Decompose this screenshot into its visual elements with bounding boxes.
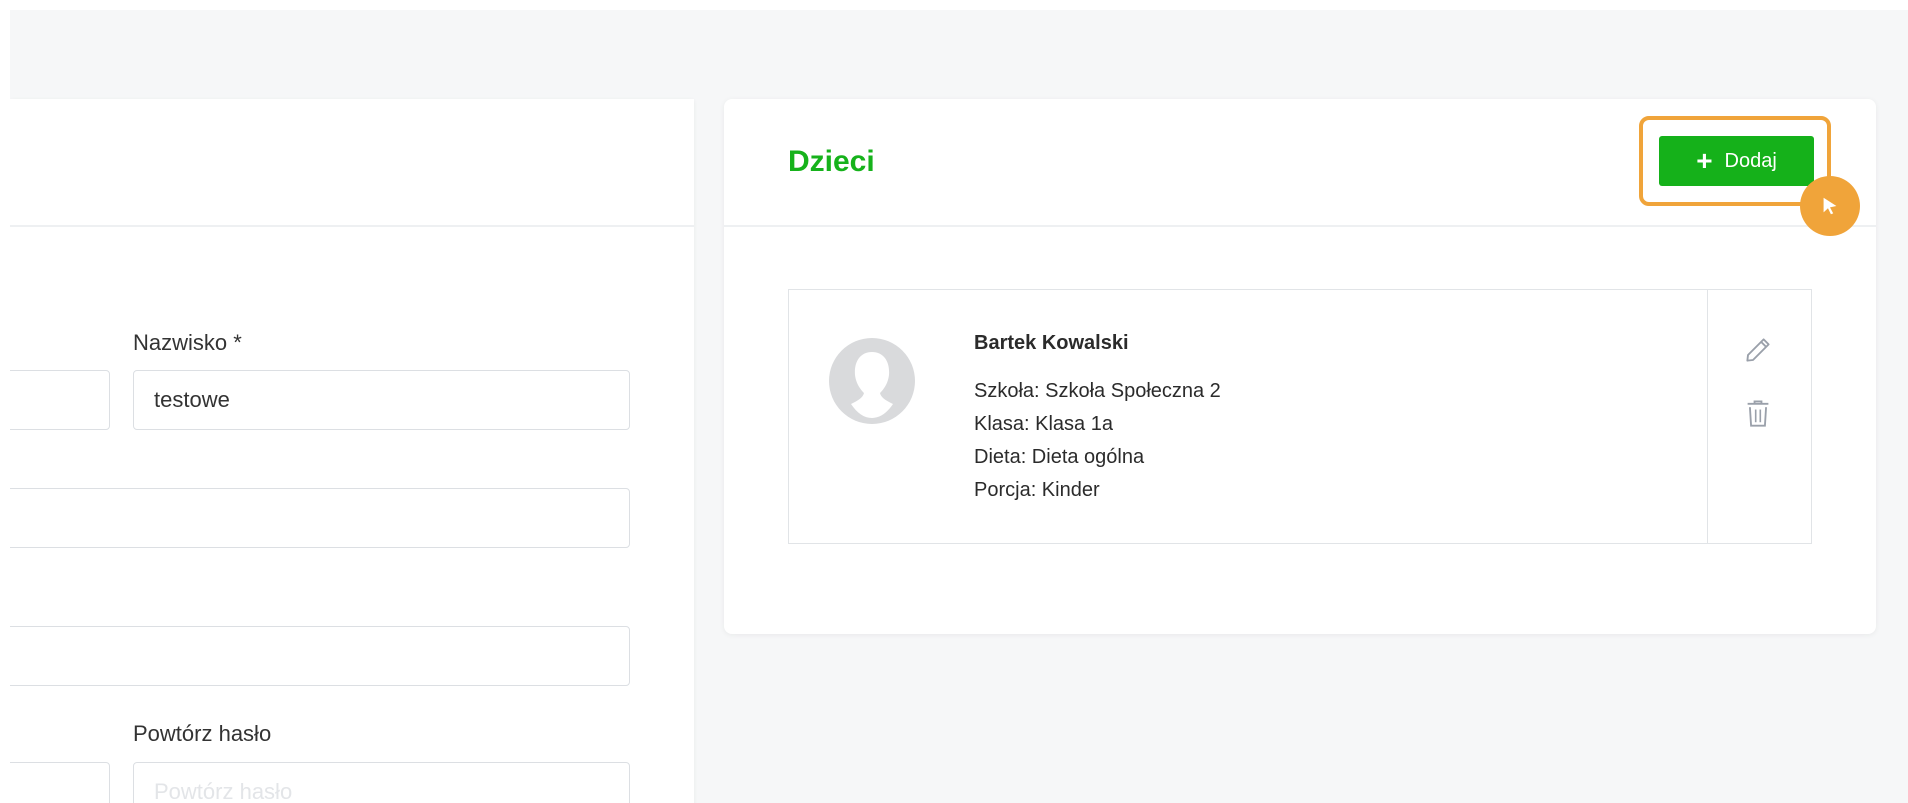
- child-portion: Porcja: Kinder: [974, 479, 1100, 501]
- password-input[interactable]: [10, 762, 110, 803]
- last-name-input[interactable]: [133, 370, 630, 430]
- repeat-password-input[interactable]: [133, 762, 630, 803]
- profile-form-card: Nazwisko * Powtórz hasło: [10, 99, 694, 803]
- user-silhouette-icon: [829, 338, 915, 424]
- first-name-input[interactable]: [10, 370, 110, 430]
- child-class: Klasa: Klasa 1a: [974, 413, 1113, 435]
- child-actions: [1707, 290, 1811, 543]
- add-button-label: Dodaj: [1724, 149, 1777, 172]
- children-card-header: Dzieci + Dodaj: [724, 99, 1876, 236]
- child-name: Bartek Kowalski: [974, 332, 1129, 354]
- plus-icon: +: [1696, 145, 1713, 176]
- phone-input[interactable]: [10, 626, 630, 686]
- child-list-item: Bartek Kowalski Szkoła: Szkoła Społeczna…: [788, 289, 1812, 544]
- repeat-password-label: Powtórz hasło: [133, 721, 272, 746]
- cursor-arrow-icon: [1823, 197, 1837, 215]
- trash-icon[interactable]: [1738, 393, 1778, 433]
- child-school: Szkoła: Szkoła Społeczna 2: [974, 380, 1221, 402]
- children-card-title: Dzieci: [788, 145, 875, 178]
- profile-card-header: [10, 99, 694, 227]
- cursor-icon: [1800, 176, 1860, 236]
- pencil-icon[interactable]: [1738, 330, 1778, 370]
- email-input[interactable]: [10, 488, 630, 548]
- children-card: Dzieci + Dodaj Bartek Kowalski Szkoła: S…: [724, 99, 1876, 634]
- add-child-button[interactable]: + Dodaj: [1659, 136, 1814, 186]
- child-diet: Dieta: Dieta ogólna: [974, 446, 1145, 468]
- last-name-label: Nazwisko *: [133, 330, 242, 355]
- page-background: Nazwisko * Powtórz hasło Dzieci + Dodaj: [10, 10, 1908, 803]
